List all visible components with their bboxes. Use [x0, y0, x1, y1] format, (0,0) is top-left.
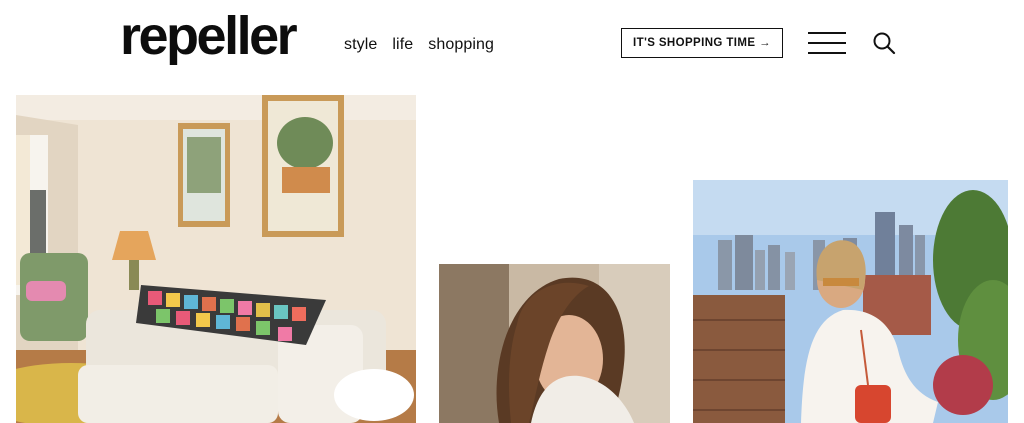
hamburger-line	[808, 32, 846, 34]
hamburger-line	[808, 42, 846, 44]
nav-link-style[interactable]: style	[344, 36, 377, 54]
living-room-photo[interactable]	[16, 95, 416, 423]
nav-link-life[interactable]: life	[392, 36, 413, 54]
portrait-photo[interactable]	[439, 264, 670, 423]
shopping-time-button[interactable]: IT'S SHOPPING TIME →	[621, 28, 783, 58]
hamburger-line	[808, 52, 846, 54]
city-rooftop-photo[interactable]	[693, 180, 1008, 423]
search-icon[interactable]	[872, 31, 896, 55]
primary-nav: style life shopping	[344, 36, 494, 54]
hamburger-icon[interactable]	[808, 32, 846, 54]
site-logo[interactable]: repeller	[120, 4, 298, 68]
nav-link-shopping[interactable]: shopping	[428, 36, 494, 54]
